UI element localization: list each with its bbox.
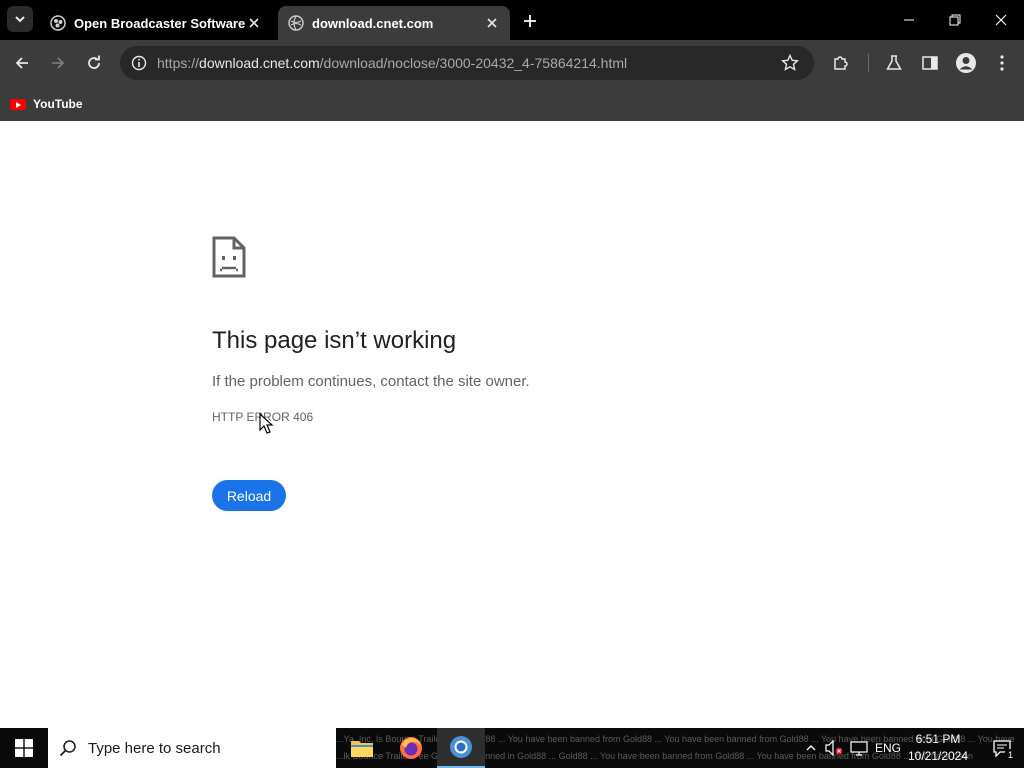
- extensions-button[interactable]: [829, 51, 853, 75]
- arrow-right-icon: [52, 57, 65, 69]
- reload-page-button[interactable]: [80, 49, 108, 77]
- flask-icon: [886, 55, 902, 70]
- taskbar-app-chrome[interactable]: [437, 728, 485, 768]
- globe-icon: [288, 15, 304, 31]
- reload-button[interactable]: Reload: [212, 480, 286, 511]
- youtube-icon: [10, 98, 26, 110]
- volume-muted-icon: [825, 740, 843, 756]
- profile-button[interactable]: [954, 51, 978, 75]
- tab-title: download.cnet.com: [312, 15, 434, 31]
- obs-logo-icon: [50, 15, 66, 31]
- puzzle-icon: [834, 56, 848, 70]
- tab-obs[interactable]: Open Broadcaster Software | OBS: [40, 6, 272, 40]
- minimize-icon: [904, 19, 914, 21]
- error-message: If the problem continues, contact the si…: [212, 373, 530, 390]
- minimize-button[interactable]: [886, 0, 932, 40]
- folder-icon: [351, 741, 373, 757]
- labs-button[interactable]: [882, 51, 906, 75]
- taskbar-app-firefox[interactable]: [387, 728, 435, 768]
- start-button[interactable]: [0, 728, 48, 768]
- tab-cnet[interactable]: download.cnet.com: [278, 6, 510, 40]
- url-text[interactable]: https://download.cnet.com/download/noclo…: [157, 55, 627, 71]
- error-title: This page isn’t working: [212, 327, 457, 354]
- bookmark-label: YouTube: [33, 97, 83, 111]
- tab-search-button[interactable]: [7, 6, 33, 32]
- menu-button[interactable]: [990, 51, 1014, 75]
- firefox-icon: [400, 737, 422, 759]
- side-panel-button[interactable]: [918, 51, 942, 75]
- tray-overflow-button[interactable]: [802, 728, 820, 768]
- close-icon[interactable]: [246, 15, 262, 31]
- url-path: /download/noclose/3000-20432_4-75864214.…: [319, 55, 628, 71]
- tray-clock[interactable]: 6:51 PM 10/21/2024: [903, 731, 973, 765]
- browser-toolbar: https://download.cnet.com/download/noclo…: [0, 40, 1024, 86]
- restore-icon: [949, 14, 961, 26]
- address-bar[interactable]: https://download.cnet.com/download/noclo…: [120, 46, 814, 80]
- tab-strip: Open Broadcaster Software | OBS download…: [0, 0, 1024, 40]
- clock-time: 6:51 PM: [915, 732, 961, 746]
- new-tab-button[interactable]: [518, 9, 542, 33]
- restore-button[interactable]: [932, 0, 978, 40]
- avatar-icon: [956, 53, 976, 73]
- arrow-left-icon: [15, 57, 28, 69]
- toolbar-divider: [868, 54, 869, 72]
- mouse-cursor-icon: [259, 413, 274, 434]
- close-icon: [995, 14, 1007, 26]
- clock-date: 10/21/2024: [907, 749, 969, 763]
- notification-center-button[interactable]: 1: [980, 728, 1024, 768]
- tray-network[interactable]: [848, 728, 870, 768]
- plus-icon: [524, 15, 536, 27]
- more-vertical-icon: [1000, 55, 1004, 71]
- back-button[interactable]: [8, 49, 36, 77]
- notification-badge: 1: [1004, 749, 1017, 762]
- side-panel-icon: [922, 56, 938, 70]
- bookmarks-bar: YouTube: [0, 86, 1024, 121]
- chevron-up-icon: [806, 745, 816, 751]
- tray-volume[interactable]: [824, 728, 844, 768]
- taskbar: Type here to search ...Ya, Inc. Is Bounc…: [0, 728, 1024, 768]
- close-icon[interactable]: [484, 15, 500, 31]
- sad-page-icon: [212, 236, 246, 278]
- tray-language[interactable]: ENG: [873, 728, 903, 768]
- url-host: download.cnet.com: [199, 55, 320, 71]
- close-window-button[interactable]: [978, 0, 1024, 40]
- chrome-icon: [450, 736, 472, 758]
- page-content: This page isn’t working If the problem c…: [0, 121, 1024, 728]
- search-placeholder: Type here to search: [88, 739, 221, 757]
- windows-logo-icon: [15, 739, 33, 757]
- taskbar-search[interactable]: Type here to search: [48, 728, 336, 768]
- bookmark-youtube[interactable]: YouTube: [10, 92, 83, 116]
- search-icon: [48, 728, 88, 768]
- bookmark-star-button[interactable]: [780, 53, 800, 73]
- forward-button[interactable]: [44, 49, 72, 77]
- info-icon: [131, 55, 147, 71]
- taskbar-app-file-explorer[interactable]: [338, 728, 386, 768]
- site-info-button[interactable]: [126, 50, 152, 76]
- refresh-icon: [88, 55, 100, 69]
- network-icon: [850, 741, 868, 756]
- star-icon: [781, 54, 799, 71]
- chevron-down-icon: [15, 16, 25, 23]
- url-scheme: https://: [157, 55, 200, 71]
- tab-title: Open Broadcaster Software | OBS: [74, 15, 246, 31]
